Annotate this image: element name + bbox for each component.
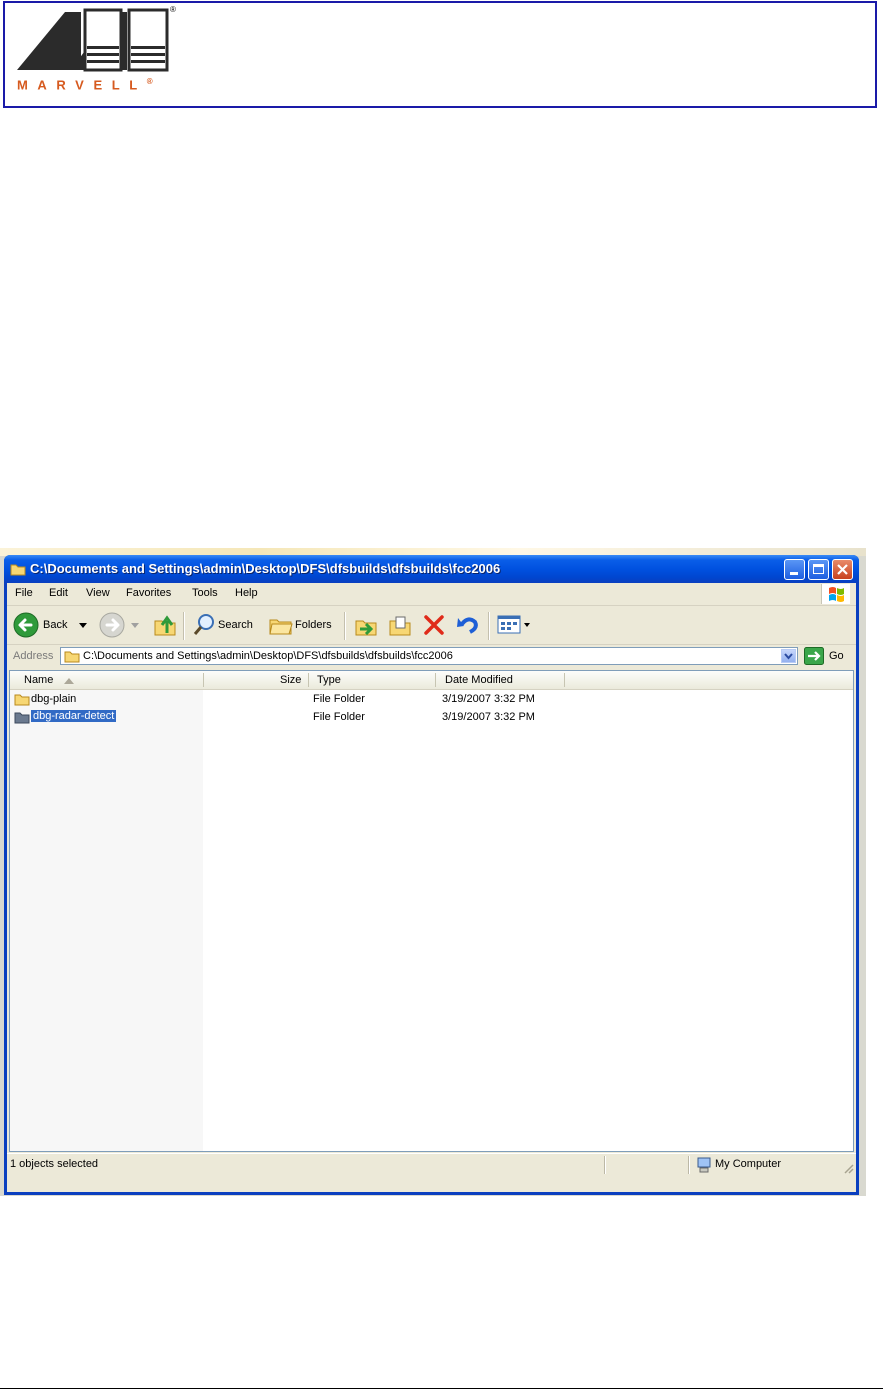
my-computer-icon bbox=[697, 1157, 711, 1173]
toolbar-separator bbox=[183, 612, 185, 640]
explorer-window: C:\Documents and Settings\admin\Desktop\… bbox=[4, 555, 859, 1195]
windows-flag-icon bbox=[821, 584, 850, 604]
status-selection-count: 1 objects selected bbox=[10, 1158, 99, 1170]
row-type: File Folder bbox=[313, 711, 365, 723]
address-value: C:\Documents and Settings\admin\Desktop\… bbox=[83, 650, 453, 662]
folder-icon bbox=[10, 564, 26, 576]
go-button[interactable]: Go bbox=[829, 650, 844, 662]
menu-help[interactable]: Help bbox=[235, 587, 258, 599]
chevron-down-icon bbox=[784, 653, 793, 660]
undo-icon[interactable] bbox=[456, 614, 480, 636]
row-name: dbg-plain bbox=[31, 693, 77, 705]
copy-to-icon[interactable] bbox=[388, 613, 412, 637]
column-header-size[interactable]: Size bbox=[280, 674, 301, 686]
marvell-logo-icon bbox=[17, 8, 169, 72]
folder-icon bbox=[64, 651, 80, 663]
standard-toolbar: Back Search Folders bbox=[7, 606, 856, 645]
column-divider[interactable] bbox=[308, 673, 309, 687]
column-header-bar: Name Size Type Date Modified bbox=[10, 671, 853, 690]
toolbar-separator bbox=[488, 612, 490, 640]
status-divider bbox=[688, 1156, 690, 1174]
folders-icon[interactable] bbox=[269, 614, 293, 636]
window-title: C:\Documents and Settings\admin\Desktop\… bbox=[30, 561, 501, 576]
menu-bar: File Edit View Favorites Tools Help bbox=[7, 583, 856, 606]
footer-rule bbox=[0, 1388, 883, 1389]
search-button[interactable]: Search bbox=[218, 619, 253, 631]
menu-favorites[interactable]: Favorites bbox=[126, 587, 171, 599]
move-to-icon[interactable] bbox=[354, 613, 378, 637]
chevron-down-icon[interactable] bbox=[79, 623, 87, 629]
delete-icon[interactable] bbox=[423, 614, 445, 636]
row-name-selected: dbg-radar-detect bbox=[31, 710, 117, 722]
column-header-type[interactable]: Type bbox=[317, 674, 341, 686]
column-divider[interactable] bbox=[564, 673, 565, 687]
column-header-date[interactable]: Date Modified bbox=[445, 674, 513, 686]
row-date: 3/19/2007 3:32 PM bbox=[442, 711, 535, 723]
go-arrow-icon[interactable] bbox=[804, 647, 824, 665]
sort-ascending-icon bbox=[64, 678, 74, 684]
explorer-screenshot: C:\Documents and Settings\admin\Desktop\… bbox=[0, 548, 866, 1196]
up-folder-icon[interactable] bbox=[153, 613, 177, 637]
registered-mark: ® bbox=[170, 5, 176, 14]
address-dropdown-button[interactable] bbox=[781, 649, 796, 663]
sorted-column-shade bbox=[10, 690, 203, 1151]
file-list: Name Size Type Date Modified dbg-plain F… bbox=[9, 670, 854, 1152]
column-header-name[interactable]: Name bbox=[24, 674, 53, 686]
minimize-icon bbox=[790, 572, 798, 575]
chevron-down-icon[interactable] bbox=[131, 623, 139, 629]
menu-tools[interactable]: Tools bbox=[192, 587, 218, 599]
forward-arrow-icon[interactable] bbox=[99, 612, 125, 638]
back-button[interactable]: Back bbox=[43, 619, 67, 631]
table-row[interactable]: dbg-plain File Folder 3/19/2007 3:32 PM bbox=[10, 691, 853, 708]
status-bar: 1 objects selected My Computer bbox=[7, 1153, 856, 1176]
close-icon bbox=[837, 564, 848, 575]
menu-view[interactable]: View bbox=[86, 587, 110, 599]
column-divider[interactable] bbox=[203, 673, 204, 687]
toolbar-separator bbox=[344, 612, 346, 640]
row-type: File Folder bbox=[313, 693, 365, 705]
maximize-icon bbox=[813, 564, 824, 574]
page-header: ® MARVELL® bbox=[3, 1, 877, 108]
address-label: Address bbox=[13, 650, 54, 662]
back-arrow-icon[interactable] bbox=[13, 612, 39, 638]
resize-grip-icon[interactable] bbox=[842, 1162, 854, 1174]
maximize-button[interactable] bbox=[808, 559, 829, 580]
close-button[interactable] bbox=[832, 559, 853, 580]
status-location: My Computer bbox=[715, 1158, 782, 1170]
window-client: File Edit View Favorites Tools Help Back… bbox=[7, 583, 856, 1192]
table-row[interactable]: dbg-radar-detect File Folder 3/19/2007 3… bbox=[10, 709, 853, 726]
minimize-button[interactable] bbox=[784, 559, 805, 580]
address-field[interactable]: C:\Documents and Settings\admin\Desktop\… bbox=[60, 647, 798, 665]
status-divider bbox=[604, 1156, 606, 1174]
menu-file[interactable]: File bbox=[15, 587, 33, 599]
column-divider[interactable] bbox=[435, 673, 436, 687]
row-date: 3/19/2007 3:32 PM bbox=[442, 693, 535, 705]
address-bar: Address C:\Documents and Settings\admin\… bbox=[7, 645, 856, 668]
views-icon[interactable] bbox=[497, 614, 531, 636]
folders-button[interactable]: Folders bbox=[295, 619, 332, 631]
title-bar[interactable]: C:\Documents and Settings\admin\Desktop\… bbox=[4, 555, 859, 583]
logo-wordmark: MARVELL® bbox=[17, 77, 153, 93]
search-icon[interactable] bbox=[192, 613, 216, 637]
menu-edit[interactable]: Edit bbox=[49, 587, 68, 599]
folder-icon bbox=[14, 694, 30, 706]
folder-icon bbox=[14, 712, 30, 724]
